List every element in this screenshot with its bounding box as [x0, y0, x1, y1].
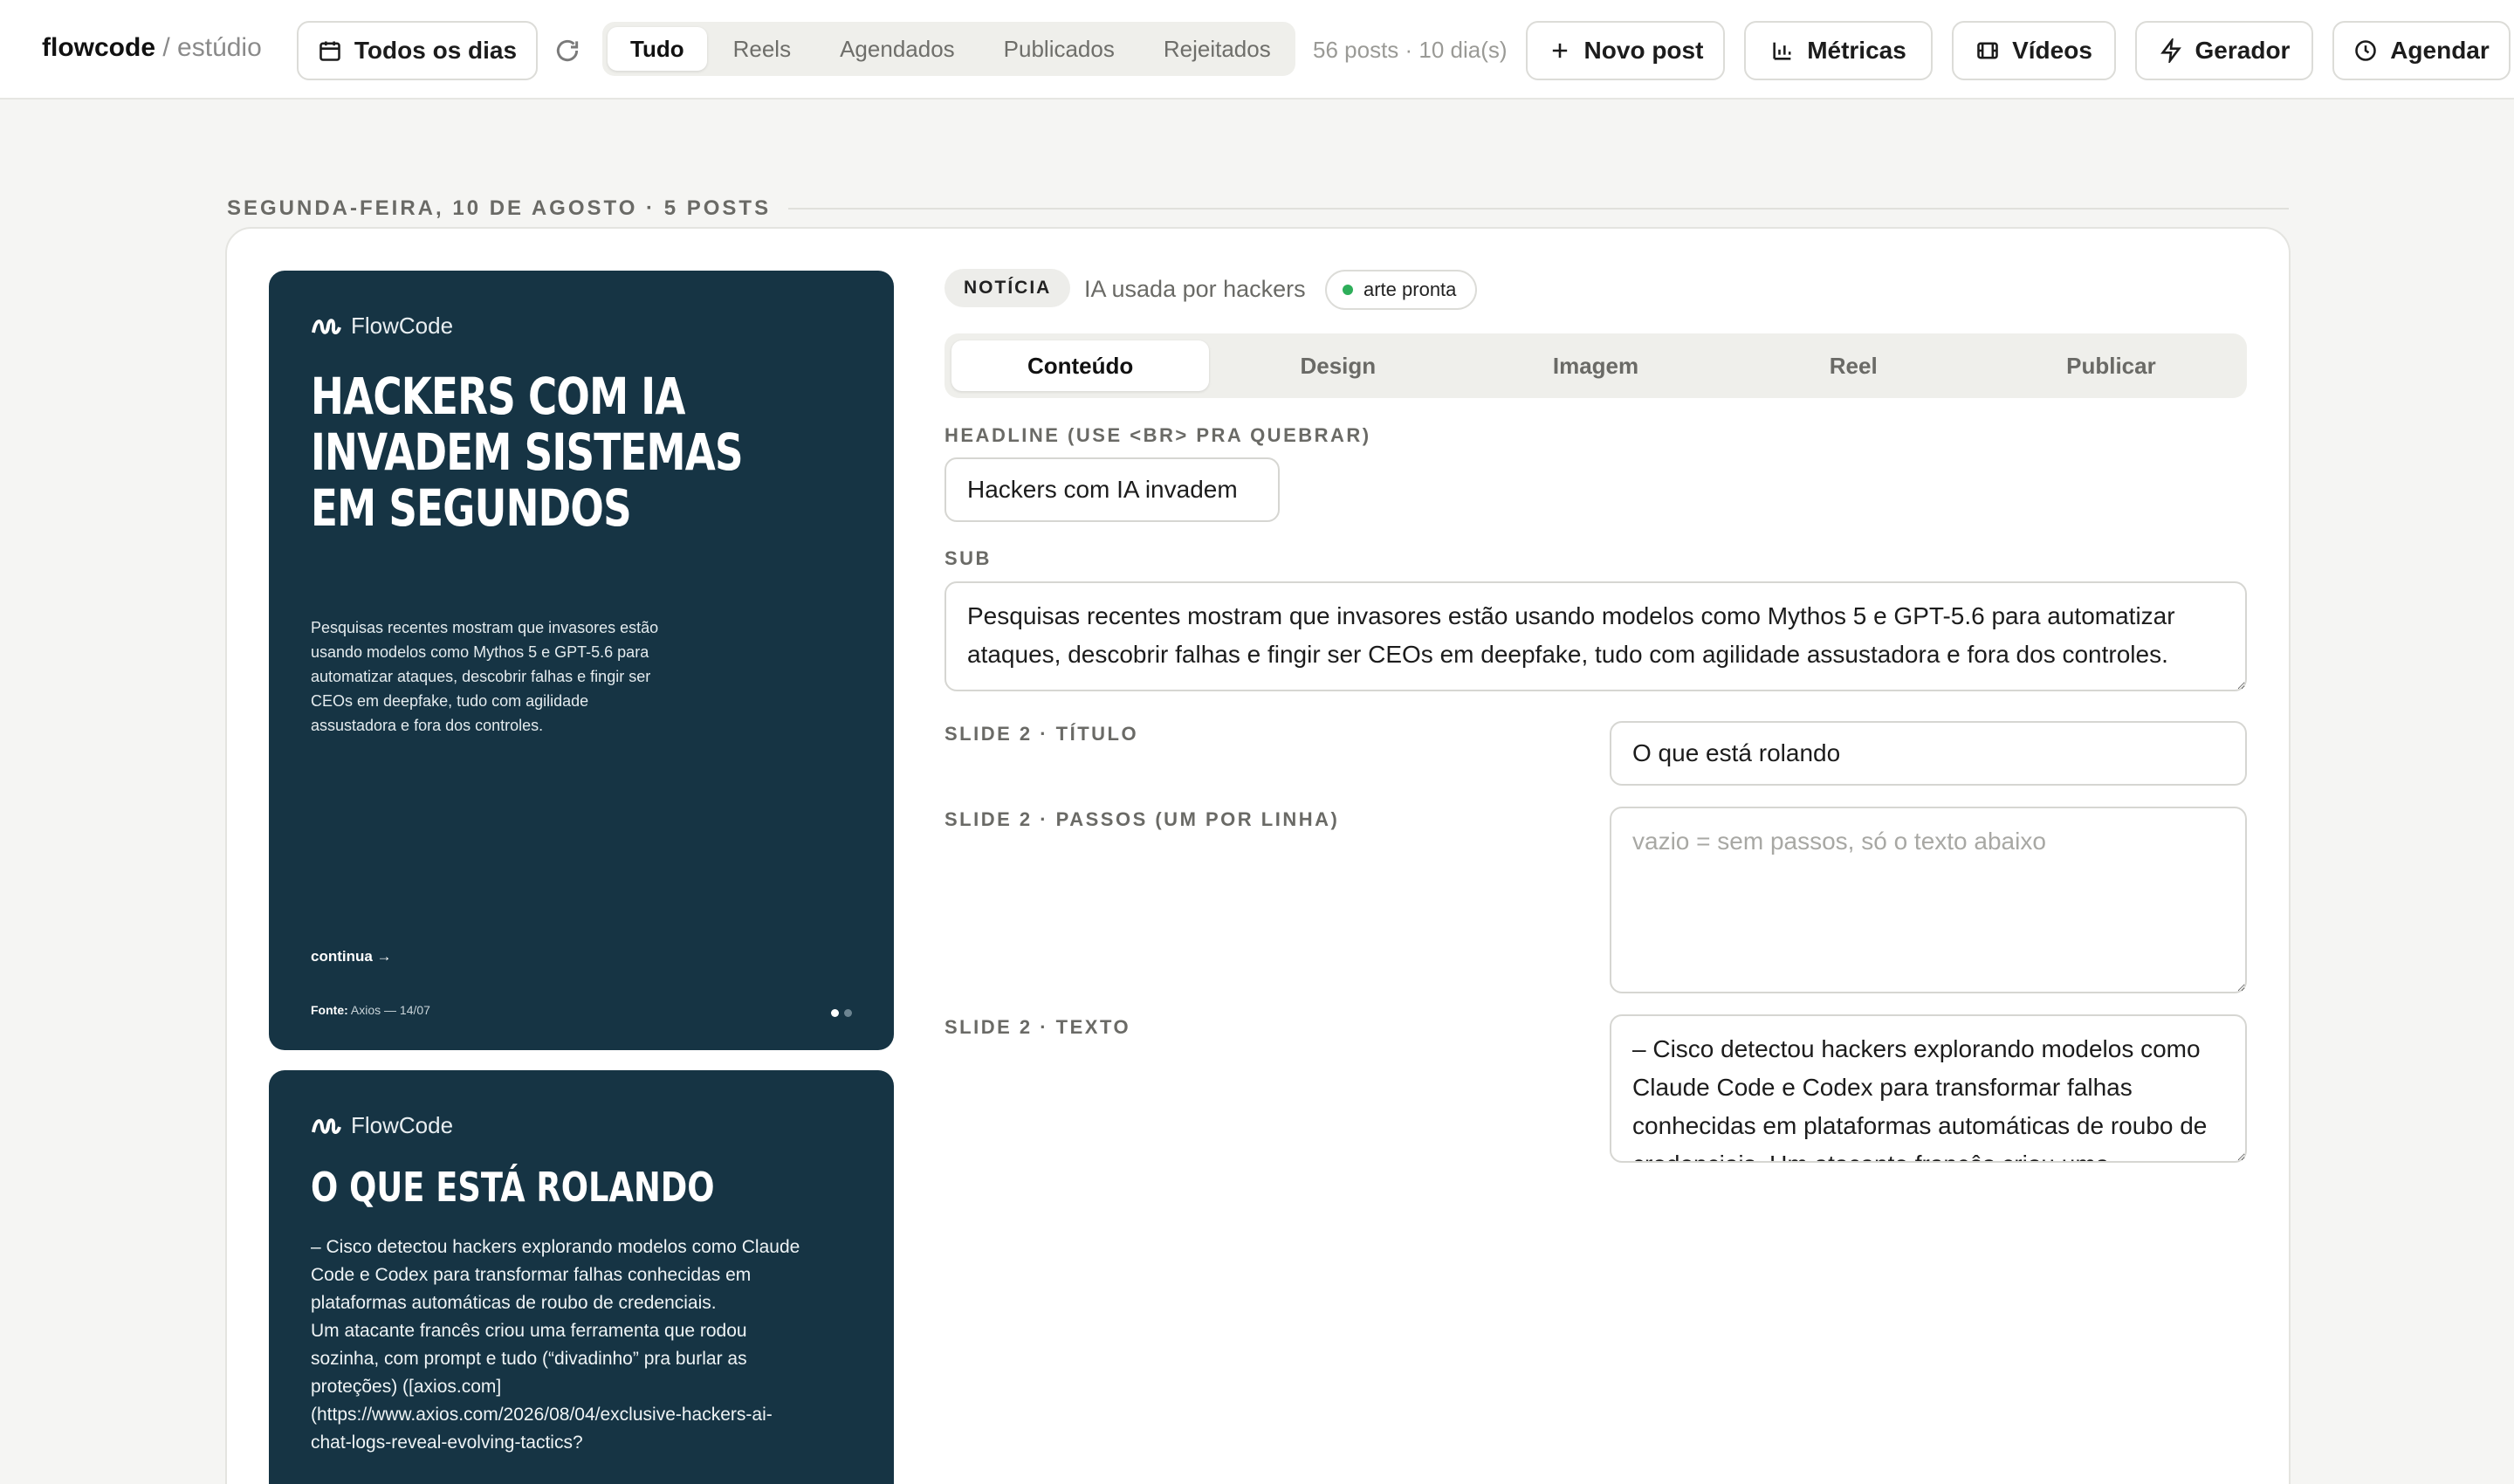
- flowcode-logo-icon: [312, 318, 341, 334]
- slide-subtitle: Pesquisas recentes mostram que invasores…: [311, 619, 659, 734]
- flowcode-logo-icon: [312, 1117, 341, 1134]
- headline-input[interactable]: [944, 457, 1280, 522]
- videos-label: Vídeos: [2012, 37, 2092, 64]
- clock-icon: [2355, 40, 2376, 61]
- tab-conteudo[interactable]: Conteúdo: [951, 340, 1210, 391]
- top-bar: flowcode / estúdio Todos os dias Tudo Re…: [0, 0, 2514, 100]
- slide2-title: O que está rolando: [311, 1164, 715, 1211]
- filter-tab-tudo[interactable]: Tudo: [608, 27, 707, 71]
- brand-section: estúdio: [177, 33, 262, 62]
- tab-reel[interactable]: Reel: [1725, 340, 1982, 391]
- pagination-dot: [844, 1009, 852, 1017]
- flowcode-logo: FlowCode: [311, 1112, 453, 1139]
- new-post-button[interactable]: Novo post: [1526, 21, 1725, 80]
- tab-design[interactable]: Design: [1209, 340, 1466, 391]
- schedule-label: Agendar: [2390, 37, 2490, 64]
- source-value: Axios — 14/07: [350, 1003, 430, 1017]
- generator-button[interactable]: Gerador: [2135, 21, 2313, 80]
- day-header: SEGUNDA-FEIRA, 10 DE AGOSTO · 5 POSTS: [227, 196, 2289, 221]
- status-dot: [1343, 285, 1353, 295]
- day-header-label: SEGUNDA-FEIRA, 10 DE AGOSTO · 5 POSTS: [227, 196, 772, 220]
- lightning-icon: [2160, 38, 2181, 63]
- post-title: IA usada por hackers: [1084, 276, 1306, 302]
- brand-name: flowcode: [42, 33, 156, 62]
- metrics-button[interactable]: Métricas: [1744, 21, 1933, 80]
- source-credit: Fonte: Axios — 14/07: [311, 1003, 430, 1017]
- tab-imagem[interactable]: Imagem: [1466, 340, 1724, 391]
- refresh-button[interactable]: [553, 37, 581, 65]
- slide2-title-label: SLIDE 2 · TÍTULO: [944, 723, 1139, 745]
- sub-textarea[interactable]: [944, 581, 2247, 691]
- filter-tab-rejeitados[interactable]: Rejeitados: [1141, 27, 1294, 71]
- new-post-label: Novo post: [1583, 37, 1704, 64]
- logo-text: FlowCode: [351, 1112, 454, 1138]
- status-label: arte pronta: [1363, 278, 1457, 300]
- calendar-icon: [319, 41, 340, 61]
- videos-button[interactable]: Vídeos: [1952, 21, 2116, 80]
- slide-preview-2[interactable]: FlowCode O que está rolando – Cisco dete…: [269, 1070, 894, 1484]
- tab-publicar[interactable]: Publicar: [1982, 340, 2240, 391]
- bar-chart-icon: [1773, 42, 1791, 60]
- date-filter-button[interactable]: Todos os dias: [297, 21, 538, 80]
- continue-label: continua →: [311, 948, 392, 965]
- schedule-button[interactable]: Agendar: [2332, 21, 2511, 80]
- sub-label: SUB: [944, 547, 992, 569]
- app-brand[interactable]: flowcode / estúdio: [42, 33, 262, 63]
- brand-separator: /: [162, 33, 170, 62]
- category-badge: NOTÍCIA: [944, 269, 1071, 307]
- slide2-text-textarea[interactable]: [1610, 1014, 2247, 1163]
- filter-tab-agendados[interactable]: Agendados: [817, 27, 978, 71]
- pagination-dot-active: [831, 1009, 839, 1017]
- headline-label: HEADLINE (USE <BR> PRA QUEBRAR): [944, 424, 1371, 446]
- generator-label: Gerador: [2195, 37, 2291, 64]
- slide2-text: – Cisco detectou hackers explorando mode…: [311, 1237, 800, 1453]
- source-label: Fonte:: [311, 1003, 348, 1017]
- post-count: 56 posts · 10 dia(s): [1313, 37, 1508, 63]
- status-filter-tabs: Tudo Reels Agendados Publicados Rejeitad…: [602, 22, 1295, 76]
- day-header-divider: [788, 208, 2289, 210]
- filter-tab-reels[interactable]: Reels: [711, 27, 814, 71]
- logo-text: FlowCode: [351, 313, 454, 339]
- plus-icon: [1552, 43, 1567, 58]
- status-badge: arte pronta: [1325, 270, 1478, 310]
- slide2-title-input[interactable]: [1610, 721, 2247, 786]
- slide2-steps-textarea[interactable]: [1610, 807, 2247, 993]
- refresh-icon: [556, 39, 579, 62]
- flowcode-logo: FlowCode: [311, 313, 453, 340]
- date-filter-label: Todos os dias: [354, 37, 518, 64]
- metrics-label: Métricas: [1807, 37, 1906, 64]
- editor-tabs: Conteúdo Design Imagem Reel Publicar: [944, 333, 2247, 398]
- slide2-text-label: SLIDE 2 · TEXTO: [944, 1016, 1131, 1038]
- slide-preview-1[interactable]: FlowCode Hackers com IA invadem sistemas…: [269, 271, 894, 1050]
- slide2-steps-label: SLIDE 2 · PASSOS (UM POR LINHA): [944, 808, 1340, 830]
- film-icon: [1977, 42, 1998, 59]
- slide-pagination: [831, 1009, 852, 1017]
- filter-tab-publicados[interactable]: Publicados: [981, 27, 1137, 71]
- slide-headline: Hackers com IA invadem sistemas em segun…: [311, 367, 744, 538]
